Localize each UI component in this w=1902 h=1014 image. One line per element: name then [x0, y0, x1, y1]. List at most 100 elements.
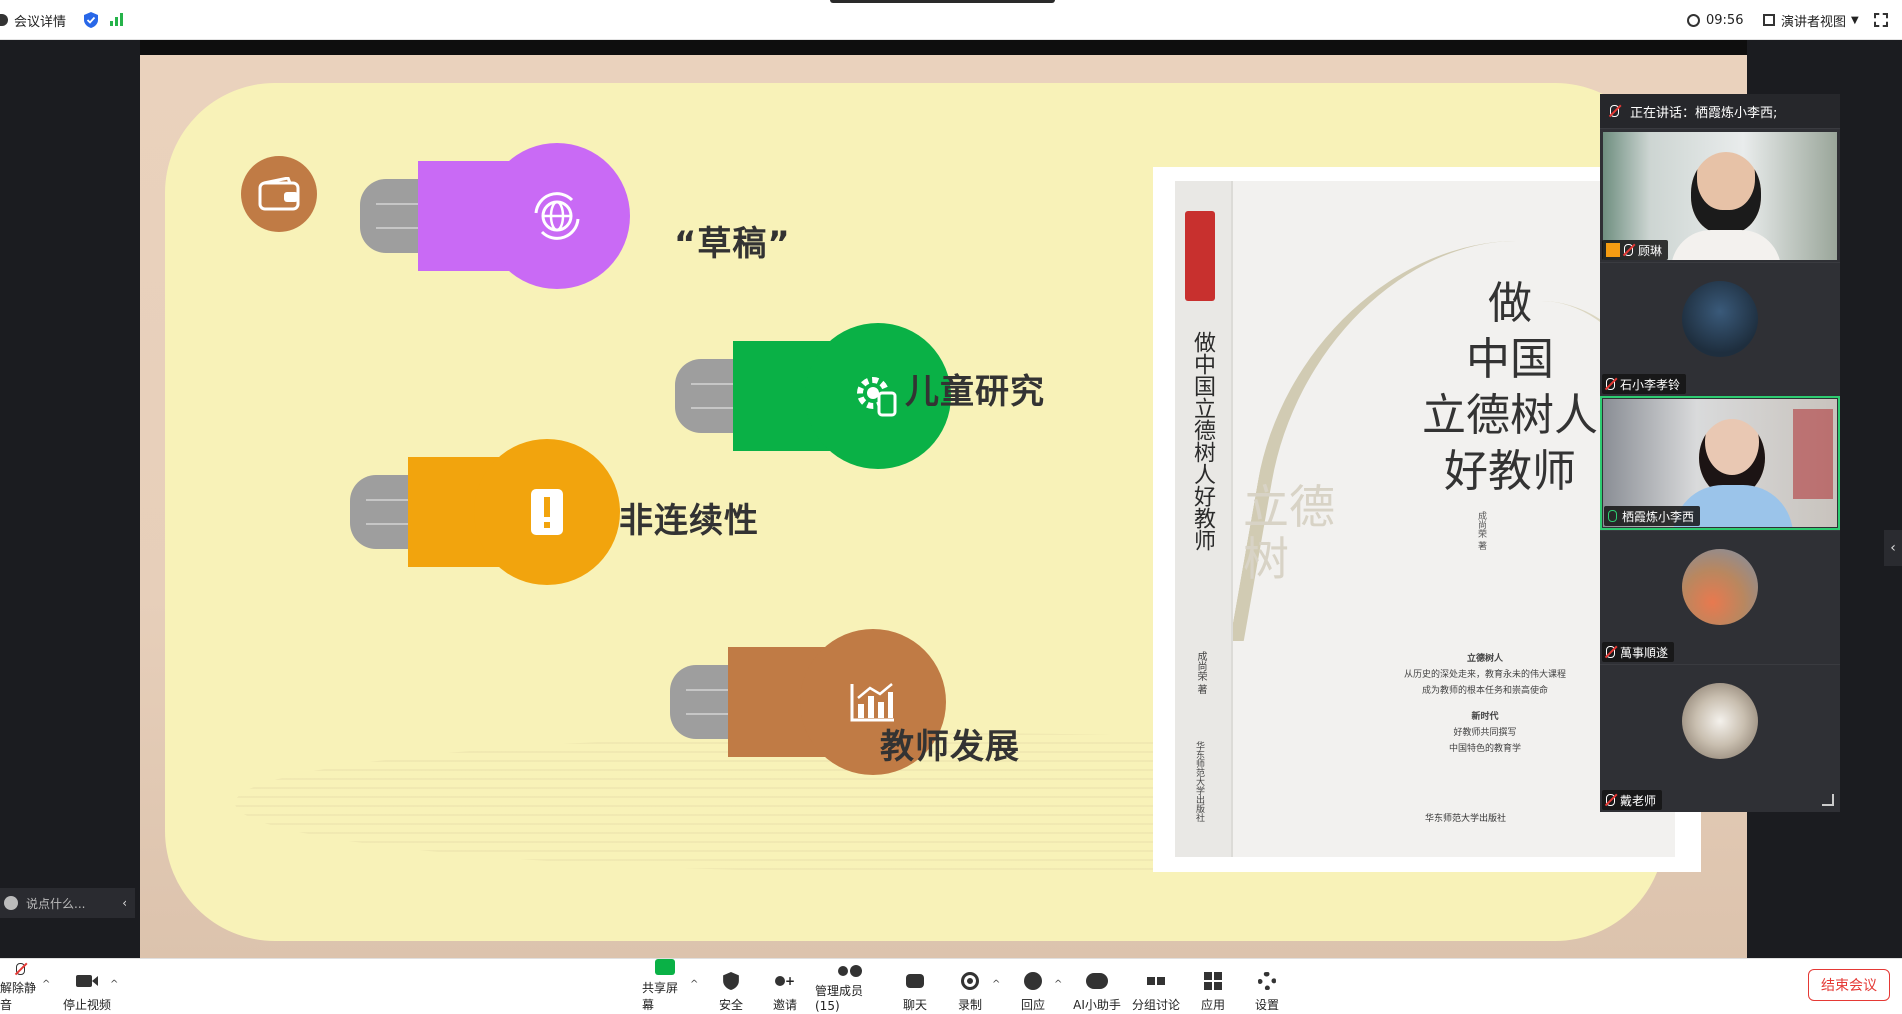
stop-video-label: 停止视频 — [62, 998, 111, 1012]
chevron-up-icon[interactable]: ^ — [42, 979, 50, 990]
participant-tile[interactable]: 萬事順遂 — [1600, 530, 1840, 664]
share-screen-icon — [652, 959, 678, 975]
book-spine: 做中国立德树人好教师 成尚荣 著 华东师范大学出版社 — [1175, 181, 1233, 857]
mic-muted-icon — [1606, 378, 1615, 390]
avatar — [1682, 683, 1758, 759]
spine-publisher: 华东师范大学出版社 — [1194, 741, 1204, 822]
chat-bubble-icon — [902, 970, 928, 992]
mic-muted-icon — [1606, 646, 1615, 658]
apps-button[interactable]: 应用 — [1198, 963, 1228, 1013]
chevron-left-icon[interactable]: ‹ — [1884, 530, 1902, 566]
breakout-icon — [1143, 970, 1169, 992]
bulb-discontinuity — [350, 439, 620, 585]
gear-icon — [1254, 970, 1280, 992]
participant-name: 栖霞炼小李西 — [1604, 506, 1701, 526]
presentation-slide: “草稿” 儿童研究 非连续性 教师发展 立德树 做 中国 立德树人 好教师 成尚… — [140, 55, 1747, 959]
participant-tile[interactable]: 戴老师 — [1600, 664, 1840, 812]
add-user-icon: + — [772, 970, 798, 992]
slide-top-strip — [140, 40, 1747, 55]
ai-label: AI小助手 — [1073, 998, 1121, 1012]
alert-tablet-icon — [520, 485, 574, 539]
meeting-timer: 09:56 — [1687, 0, 1743, 40]
shared-screen-stage: “草稿” 儿童研究 非连续性 教师发展 立德树 做 中国 立德树人 好教师 成尚… — [0, 40, 1902, 959]
mic-muted-icon — [1606, 794, 1615, 806]
speaking-text: 正在讲话：栖霞炼小李西; — [1630, 105, 1778, 121]
invite-button[interactable]: + 邀请 — [770, 963, 800, 1013]
reply-label: 回应 — [1020, 998, 1045, 1012]
share-label: 共享屏幕 — [642, 981, 679, 1012]
meeting-details-button[interactable]: 会议详情 — [0, 0, 66, 40]
record-button[interactable]: 录制 — [955, 963, 985, 1013]
reaction-icon — [1020, 970, 1046, 992]
chat-input[interactable]: 说点什么... ‹ — [0, 888, 135, 918]
ai-assistant-button[interactable]: AI小助手 — [1072, 963, 1122, 1013]
video-camera-icon — [74, 970, 100, 992]
chat-placeholder: 说点什么... — [26, 896, 86, 911]
gear-device-icon — [851, 369, 905, 423]
chevron-up-icon[interactable]: ^ — [1054, 979, 1062, 990]
book-blurb: 立德树人 从历史的深处走来，教育永未的伟大课程 成为教师的根本任务和崇高使命 新… — [1345, 651, 1625, 757]
members-label: 管理成员(15) — [815, 984, 864, 1013]
stop-video-button[interactable]: 停止视频 — [62, 963, 112, 1013]
layout-icon — [1763, 14, 1775, 26]
mic-muted-icon — [10, 963, 36, 975]
speaking-indicator: 正在讲话：栖霞炼小李西; — [1600, 94, 1840, 128]
info-icon — [0, 14, 8, 26]
participant-tile[interactable]: 石小李孝铃 — [1600, 262, 1840, 396]
apps-grid-icon — [1200, 970, 1226, 992]
clock-icon — [1687, 13, 1700, 27]
resize-handle[interactable] — [1822, 794, 1834, 806]
meeting-time: 09:56 — [1706, 12, 1744, 28]
settings-label: 设置 — [1254, 998, 1279, 1012]
chevron-down-icon: ▼ — [1851, 14, 1859, 26]
participant-name: 戴老师 — [1602, 790, 1663, 810]
security-button[interactable]: 安全 — [716, 963, 746, 1013]
spine-title: 做中国立德树人好教师 — [1190, 331, 1215, 551]
chat-button[interactable]: 聊天 — [900, 963, 930, 1013]
bottom-toolbar: 解除静音 ^ 停止视频 ^ 共享屏幕 ^ 安全 + 邀请 管理成员(15) 聊天… — [0, 958, 1902, 1014]
participant-tile-active[interactable]: 栖霞炼小李西 — [1600, 396, 1840, 530]
signal-strength-icon[interactable] — [110, 0, 125, 40]
breakout-button[interactable]: 分组讨论 — [1132, 963, 1180, 1013]
participant-tile[interactable]: 顾琳 — [1600, 128, 1840, 262]
top-bar: 会议详情 09:56 演讲者视图 ▼ — [0, 0, 1902, 40]
view-mode-dropdown[interactable]: 演讲者视图 ▼ — [1763, 0, 1859, 40]
bulb-base — [675, 359, 737, 433]
unmute-label: 解除静音 — [0, 981, 37, 1012]
spine-red-seal — [1185, 211, 1215, 301]
bulb-base — [670, 665, 732, 739]
emoji-icon[interactable] — [4, 896, 18, 910]
view-mode-label: 演讲者视图 — [1781, 14, 1847, 30]
chevron-up-icon[interactable]: ^ — [992, 979, 1000, 990]
book-author: 成尚荣 著 — [1476, 511, 1486, 550]
security-status-icon[interactable] — [84, 0, 98, 40]
chevron-up-icon[interactable]: ^ — [690, 979, 698, 990]
fullscreen-icon[interactable] — [1874, 0, 1888, 40]
end-meeting-button[interactable]: 结束会议 — [1808, 969, 1890, 1001]
participant-name-text: 栖霞炼小李西 — [1622, 509, 1695, 524]
collapse-chevron-icon[interactable]: ‹ — [122, 896, 127, 910]
label-teacher-dev: 教师发展 — [880, 727, 1020, 767]
participant-name-text: 戴老师 — [1620, 793, 1657, 808]
settings-button[interactable]: 设置 — [1252, 963, 1282, 1013]
breakout-label: 分组讨论 — [1132, 998, 1181, 1012]
manage-members-button[interactable]: 管理成员(15) — [815, 963, 885, 1013]
unmute-button[interactable]: 解除静音 — [0, 963, 46, 1013]
participant-name-text: 石小李孝铃 — [1620, 377, 1681, 392]
bulb-base — [350, 475, 412, 549]
book-publisher: 华东师范大学出版社 — [1425, 814, 1507, 824]
security-label: 安全 — [718, 998, 743, 1012]
label-child-research: 儿童研究 — [905, 372, 1045, 412]
invite-label: 邀请 — [772, 998, 797, 1012]
blurb-heading: 立德树人 — [1466, 654, 1503, 664]
slide-panel: “草稿” 儿童研究 非连续性 教师发展 立德树 做 中国 立德树人 好教师 成尚… — [165, 83, 1701, 941]
apps-label: 应用 — [1200, 998, 1225, 1012]
reply-button[interactable]: 回应 — [1018, 963, 1048, 1013]
record-label: 录制 — [957, 998, 982, 1012]
chevron-up-icon[interactable]: ^ — [110, 979, 118, 990]
share-screen-button[interactable]: 共享屏幕 — [642, 959, 688, 1013]
host-icon — [1606, 243, 1620, 257]
shield-icon — [718, 970, 744, 992]
avatar — [1682, 281, 1758, 357]
participant-name-text: 萬事順遂 — [1620, 645, 1669, 660]
